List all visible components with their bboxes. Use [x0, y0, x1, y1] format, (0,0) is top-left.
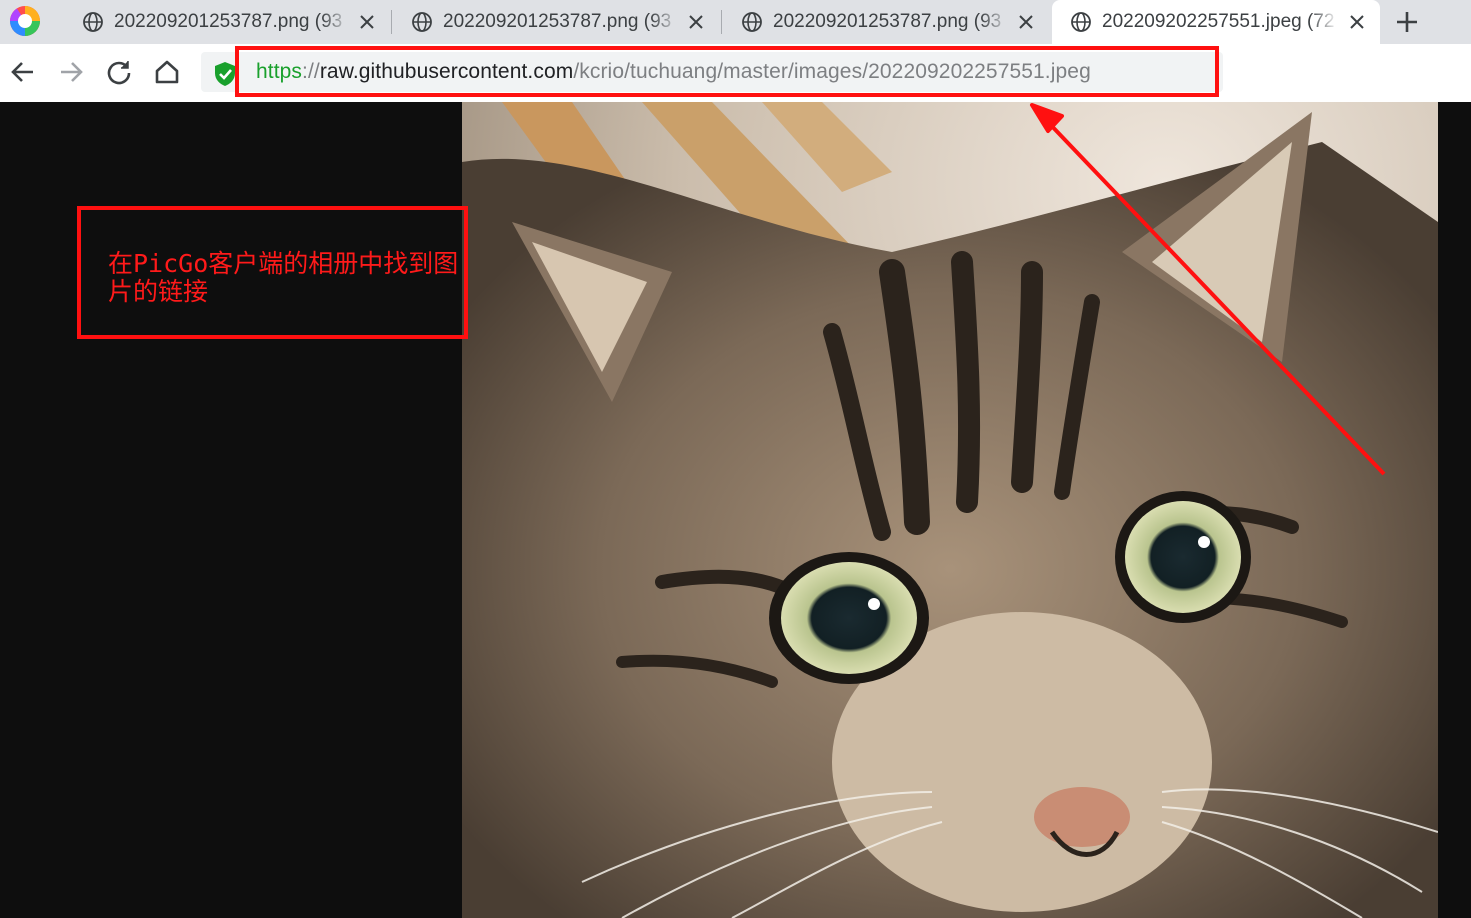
tab-title: 202209202257551.jpeg (72	[1102, 11, 1335, 32]
tab-title: 202209201253787.png (93	[443, 11, 672, 32]
tab-divider	[391, 10, 392, 34]
close-icon[interactable]	[687, 13, 705, 31]
url-separator: ://	[302, 60, 320, 83]
globe-icon	[742, 12, 762, 32]
globe-icon	[412, 12, 432, 32]
reload-icon[interactable]	[105, 58, 133, 86]
url-scheme: https	[256, 60, 303, 83]
globe-icon	[1071, 12, 1091, 32]
secure-shield-icon[interactable]	[213, 61, 237, 87]
image-viewer	[0, 102, 1471, 918]
close-icon[interactable]	[358, 13, 376, 31]
home-icon[interactable]	[153, 58, 181, 86]
tab-divider	[721, 10, 722, 34]
tab-2[interactable]: 202209201253787.png (93	[401, 0, 719, 44]
tab-title: 202209201253787.png (93	[773, 11, 1002, 32]
close-icon[interactable]	[1017, 13, 1035, 31]
tab-1[interactable]: 202209201253787.png (93	[72, 0, 390, 44]
url-host: raw.githubusercontent.com	[319, 60, 574, 83]
globe-icon	[83, 12, 103, 32]
tab-strip: 202209201253787.png (93 202209201253787.…	[0, 0, 1471, 44]
url-text[interactable]: https://raw.githubusercontent.com/kcrio/…	[256, 60, 1091, 84]
browser-window: 202209201253787.png (93 202209201253787.…	[0, 0, 1471, 918]
browser-logo-icon[interactable]	[8, 4, 42, 38]
back-arrow-icon[interactable]	[9, 58, 37, 86]
url-path: /kcrio/tuchuang/master/images/2022092022…	[573, 60, 1091, 83]
tab-title: 202209201253787.png (93	[114, 11, 343, 32]
toolbar: https://raw.githubusercontent.com/kcrio/…	[0, 44, 1471, 102]
forward-arrow-icon[interactable]	[57, 58, 85, 86]
tab-4-active[interactable]: 202209202257551.jpeg (72	[1052, 0, 1380, 44]
tab-3[interactable]: 202209201253787.png (93	[731, 0, 1049, 44]
close-icon[interactable]	[1348, 13, 1366, 31]
cat-photo-image	[462, 102, 1438, 918]
new-tab-plus-icon[interactable]	[1393, 8, 1421, 36]
